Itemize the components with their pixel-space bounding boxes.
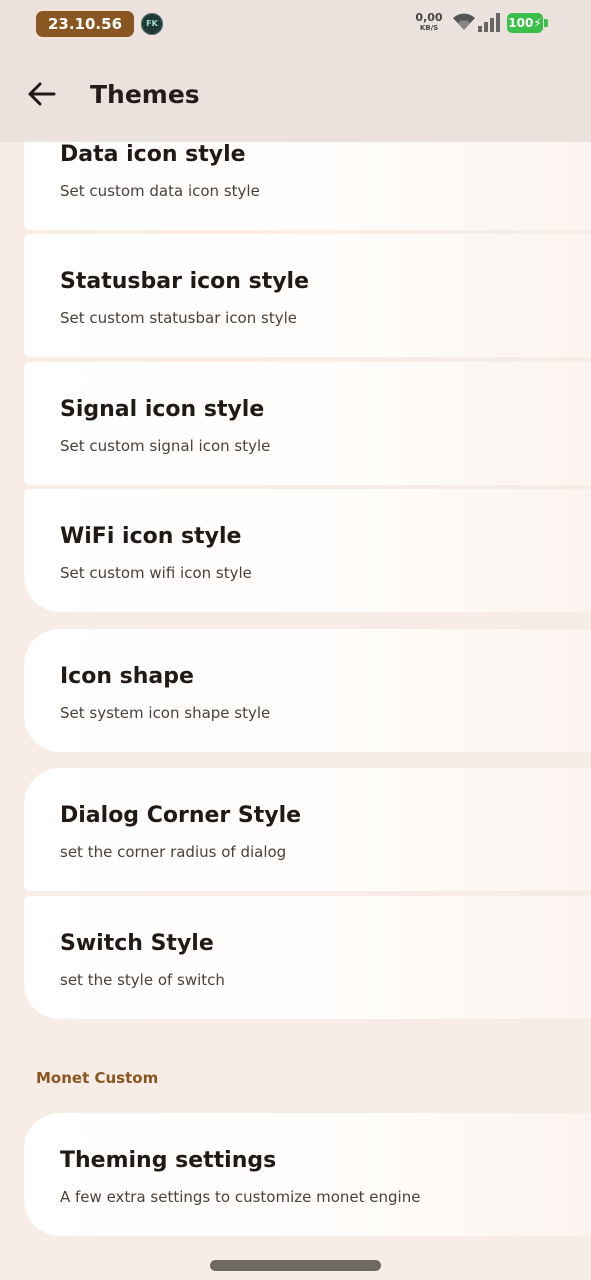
setting-item-wifi-icon-style[interactable]: WiFi icon style Set custom wifi icon sty… (24, 489, 591, 612)
home-indicator[interactable] (210, 1260, 381, 1271)
setting-subtitle: set the corner radius of dialog (60, 843, 287, 861)
network-speed: 0,00 KB/S (412, 11, 446, 33)
setting-item-signal-icon-style[interactable]: Signal icon style Set custom signal icon… (24, 362, 591, 485)
setting-title: Icon shape (60, 664, 194, 689)
network-speed-unit: KB/S (419, 24, 439, 32)
setting-subtitle: Set system icon shape style (60, 704, 271, 722)
setting-title: Dialog Corner Style (60, 803, 302, 828)
setting-item-switch-style[interactable]: Switch Style set the style of switch (24, 896, 591, 1019)
setting-subtitle: Set custom data icon style (60, 182, 260, 200)
setting-subtitle: Set custom statusbar icon style (60, 309, 297, 327)
status-bar: 23.10.56 FK 0,00 KB/S 100⚡ (0, 0, 591, 48)
setting-subtitle: A few extra settings to customize monet … (60, 1188, 421, 1206)
setting-item-theming-settings[interactable]: Theming settings A few extra settings to… (24, 1113, 591, 1236)
setting-title: Signal icon style (60, 397, 265, 422)
status-time: 23.10.56 (36, 11, 134, 37)
setting-title: WiFi icon style (60, 524, 242, 549)
app-notification-icon: FK (141, 13, 163, 35)
setting-title: Data icon style (60, 142, 246, 167)
battery-level: 100 (508, 16, 534, 30)
battery-tip (544, 19, 548, 27)
wifi-icon (453, 13, 475, 30)
setting-item-dialog-corner-style[interactable]: Dialog Corner Style set the corner radiu… (24, 768, 591, 891)
setting-item-icon-shape[interactable]: Icon shape Set system icon shape style (24, 629, 591, 752)
signal-icon (478, 13, 500, 32)
setting-title: Switch Style (60, 931, 214, 956)
setting-subtitle: Set custom wifi icon style (60, 564, 252, 582)
section-header-monet-custom: Monet Custom (36, 1069, 159, 1087)
setting-title: Theming settings (60, 1148, 277, 1173)
battery-icon: 100⚡ (507, 13, 543, 33)
setting-item-statusbar-icon-style[interactable]: Statusbar icon style Set custom statusba… (24, 234, 591, 357)
network-speed-value: 0,00 (415, 11, 443, 24)
arrow-left-icon[interactable] (26, 81, 56, 107)
setting-title: Statusbar icon style (60, 269, 310, 294)
app-bar: Themes (0, 48, 591, 142)
charging-bolt-icon: ⚡ (533, 16, 542, 30)
page-title: Themes (90, 80, 200, 109)
setting-subtitle: Set custom signal icon style (60, 437, 271, 455)
setting-subtitle: set the style of switch (60, 971, 225, 989)
